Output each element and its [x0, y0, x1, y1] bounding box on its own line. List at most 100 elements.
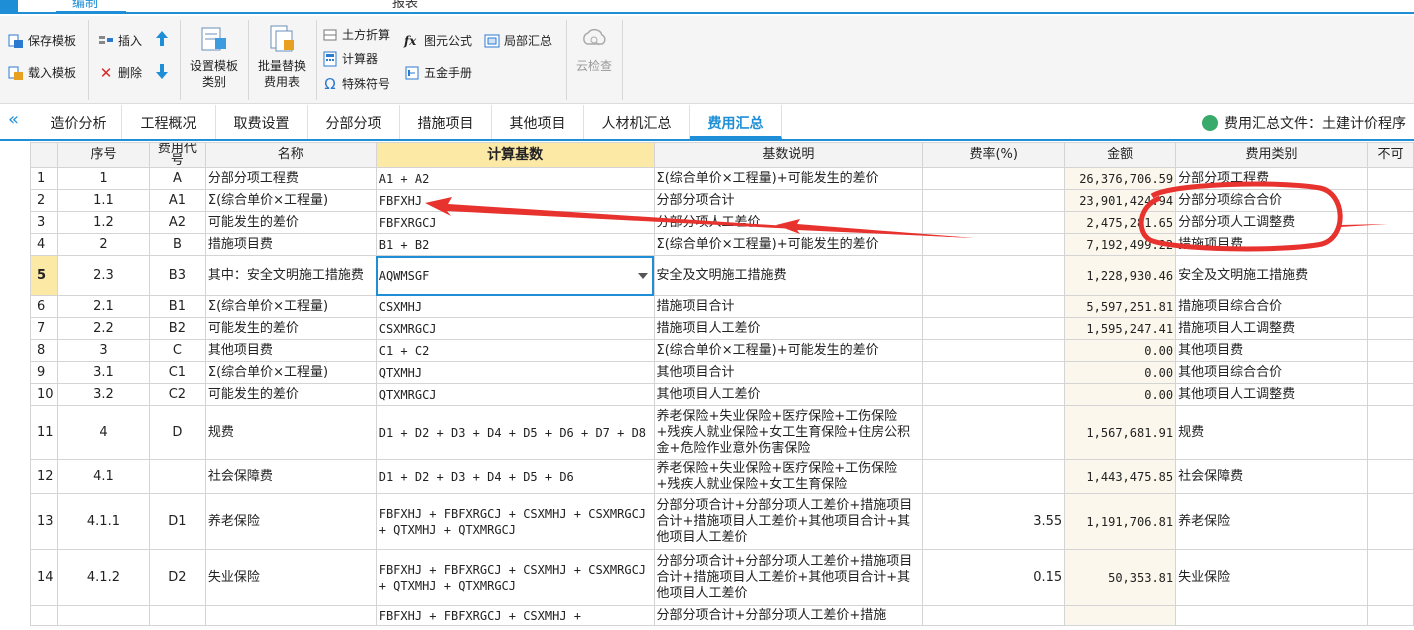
- code-cell[interactable]: C2: [148, 383, 206, 406]
- category-cell[interactable]: 措施项目综合合价: [1175, 295, 1368, 318]
- rate-cell[interactable]: [922, 459, 1066, 494]
- description-cell[interactable]: 分部分项人工差价: [653, 211, 924, 234]
- row-number[interactable]: 2: [30, 189, 58, 212]
- row-number[interactable]: 1: [30, 167, 58, 190]
- name-cell[interactable]: 分部分项工程费: [204, 167, 377, 190]
- description-cell[interactable]: 措施项目人工差价: [653, 317, 924, 340]
- name-cell[interactable]: 其他项目费: [204, 339, 377, 362]
- rate-cell[interactable]: [922, 339, 1066, 362]
- amount-cell[interactable]: 7,192,499.22: [1064, 233, 1177, 256]
- column-header[interactable]: 名称: [204, 142, 377, 168]
- extra-cell[interactable]: [1366, 361, 1414, 384]
- column-header[interactable]: 金额: [1064, 142, 1177, 168]
- seq-cell[interactable]: 3.2: [56, 383, 150, 406]
- row-number[interactable]: 5: [30, 255, 58, 296]
- rate-cell[interactable]: 0.15: [922, 549, 1066, 606]
- amount-cell[interactable]: 2,475,281.65: [1064, 211, 1177, 234]
- code-cell[interactable]: D2: [148, 549, 206, 606]
- description-cell[interactable]: 养老保险+失业保险+医疗保险+工伤保险+残疾人就业保险+女工生育保险: [653, 459, 924, 494]
- seq-cell[interactable]: 4.1.1: [56, 493, 150, 550]
- base-cell[interactable]: CSXMHJ: [375, 295, 655, 318]
- table-row[interactable]: 13 4.1.1 D1 养老保险 FBFXHJ + FBFXRGCJ + CSXMHJ …: [30, 493, 1414, 550]
- rate-cell[interactable]: [922, 605, 1066, 626]
- rate-cell[interactable]: [922, 383, 1066, 406]
- save-template-button[interactable]: 保存模板: [8, 32, 76, 49]
- name-cell[interactable]: 可能发生的差价: [204, 211, 377, 234]
- tab-cost-analysis[interactable]: 造价分析: [36, 105, 122, 139]
- column-header[interactable]: 费用代号: [148, 142, 206, 168]
- tab-fee-summary[interactable]: 费用汇总: [690, 105, 782, 139]
- base-cell[interactable]: B1 + B2: [375, 233, 655, 256]
- seq-cell[interactable]: 4.1.2: [56, 549, 150, 606]
- code-cell[interactable]: B3: [148, 255, 206, 296]
- extra-cell[interactable]: [1366, 493, 1414, 550]
- extra-cell[interactable]: [1366, 405, 1414, 460]
- description-cell[interactable]: Σ(综合单价×工程量)+可能发生的差价: [653, 167, 924, 190]
- base-cell[interactable]: QTXMRGCJ: [375, 383, 655, 406]
- code-cell[interactable]: A2: [148, 211, 206, 234]
- category-cell[interactable]: [1175, 605, 1368, 626]
- extra-cell[interactable]: [1366, 383, 1414, 406]
- description-cell[interactable]: Σ(综合单价×工程量)+可能发生的差价: [653, 233, 924, 256]
- table-row[interactable]: 5 2.3 B3 其中：安全文明施工措施费 AQWMSGF 安全及文明施工措施费 1,228…: [30, 255, 1414, 296]
- tab-measures[interactable]: 措施项目: [400, 105, 492, 139]
- amount-cell[interactable]: 0.00: [1064, 339, 1177, 362]
- base-cell[interactable]: C1 + C2: [375, 339, 655, 362]
- table-row[interactable]: 6 2.1 B1 Σ(综合单价×工程量) CSXMHJ 措施项目合计 5,597,251.8…: [30, 295, 1414, 318]
- menu-tab-edit[interactable]: 编制: [72, 0, 98, 11]
- rate-cell[interactable]: [922, 317, 1066, 340]
- base-cell[interactable]: A1 + A2: [375, 167, 655, 190]
- table-row[interactable]: 4 2 B 措施项目费 B1 + B2 Σ(综合单价×工程量)+可能发生的差价 7,192,…: [30, 233, 1414, 256]
- amount-cell[interactable]: 26,376,706.59: [1064, 167, 1177, 190]
- table-row[interactable]: 2 1.1 A1 Σ(综合单价×工程量) FBFXHJ 分部分项合计 23,901,424.…: [30, 189, 1414, 212]
- seq-cell[interactable]: 1: [56, 167, 150, 190]
- name-cell[interactable]: [204, 605, 377, 626]
- base-cell[interactable]: QTXMHJ: [375, 361, 655, 384]
- table-row[interactable]: 14 4.1.2 D2 失业保险 FBFXHJ + FBFXRGCJ + CSXMHJ …: [30, 549, 1414, 606]
- description-cell[interactable]: 措施项目合计: [653, 295, 924, 318]
- code-cell[interactable]: A1: [148, 189, 206, 212]
- name-cell[interactable]: 社会保障费: [204, 459, 377, 494]
- row-number[interactable]: 11: [30, 405, 58, 460]
- code-cell[interactable]: B1: [148, 295, 206, 318]
- base-cell[interactable]: FBFXHJ + FBFXRGCJ + CSXMHJ +: [375, 605, 655, 626]
- description-cell[interactable]: 分部分项合计+分部分项人工差价+措施项目合计+措施项目人工差价+其他项目合计+其…: [653, 549, 924, 606]
- row-number[interactable]: 9: [30, 361, 58, 384]
- seq-cell[interactable]: 2.2: [56, 317, 150, 340]
- code-cell[interactable]: D: [148, 405, 206, 460]
- row-number[interactable]: 3: [30, 211, 58, 234]
- name-cell[interactable]: 措施项目费: [204, 233, 377, 256]
- extra-cell[interactable]: [1366, 233, 1414, 256]
- description-cell[interactable]: 分部分项合计+分部分项人工差价+措施项目合计+措施项目人工差价+其他项目合计+其…: [653, 493, 924, 550]
- extra-cell[interactable]: [1366, 339, 1414, 362]
- code-cell[interactable]: B2: [148, 317, 206, 340]
- column-header[interactable]: 序号: [56, 142, 150, 168]
- extra-cell[interactable]: [1366, 167, 1414, 190]
- seq-cell[interactable]: [56, 605, 150, 626]
- set-template-category-button[interactable]: 设置模板 类别: [188, 24, 240, 90]
- local-summary-button[interactable]: 局部汇总: [484, 32, 552, 49]
- column-header[interactable]: 费率(%): [922, 142, 1066, 168]
- extra-cell[interactable]: [1366, 295, 1414, 318]
- name-cell[interactable]: 养老保险: [204, 493, 377, 550]
- delete-button[interactable]: ✕ 删除: [98, 64, 142, 81]
- description-cell[interactable]: 安全及文明施工措施费: [653, 255, 924, 296]
- amount-cell[interactable]: [1064, 605, 1177, 626]
- rate-cell[interactable]: [922, 233, 1066, 256]
- table-row[interactable]: FBFXHJ + FBFXRGCJ + CSXMHJ + 分部分项合计+分部分项人…: [30, 605, 1414, 626]
- column-header[interactable]: 费用类别: [1175, 142, 1368, 168]
- row-number[interactable]: [30, 605, 58, 626]
- seq-cell[interactable]: 3: [56, 339, 150, 362]
- category-cell[interactable]: 其他项目人工调整费: [1175, 383, 1368, 406]
- seq-cell[interactable]: 1.2: [56, 211, 150, 234]
- seq-cell[interactable]: 4: [56, 405, 150, 460]
- calculator-button[interactable]: 计算器: [322, 50, 378, 67]
- base-cell[interactable]: FBFXRGCJ: [375, 211, 655, 234]
- hardware-manual-button[interactable]: 五金手册: [404, 64, 472, 81]
- amount-cell[interactable]: 23,901,424.94: [1064, 189, 1177, 212]
- row-number[interactable]: 13: [30, 493, 58, 550]
- name-cell[interactable]: 可能发生的差价: [204, 317, 377, 340]
- seq-cell[interactable]: 2: [56, 233, 150, 256]
- row-number[interactable]: 12: [30, 459, 58, 494]
- tab-project-overview[interactable]: 工程概况: [122, 105, 216, 139]
